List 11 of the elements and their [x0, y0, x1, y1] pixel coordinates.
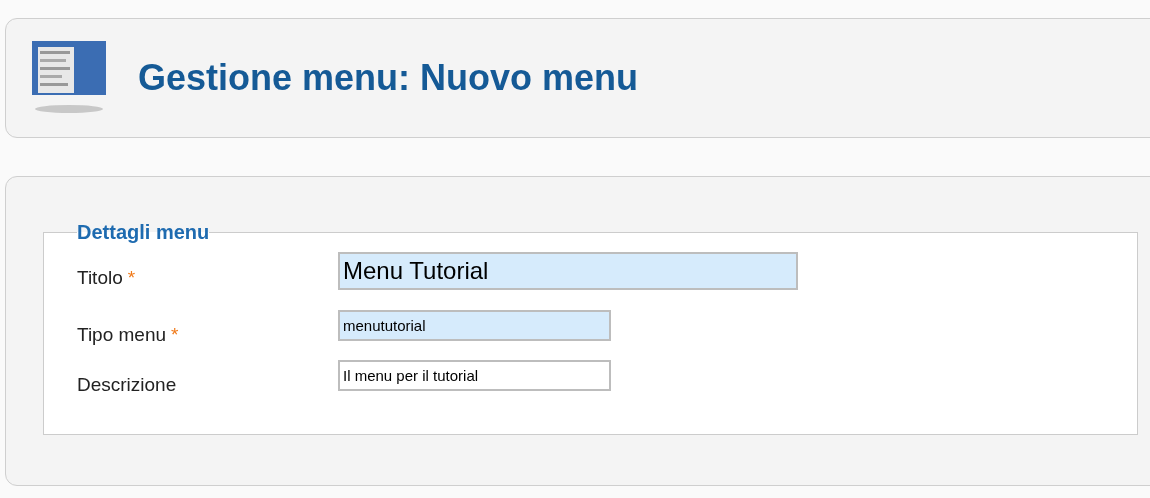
required-marker: *: [171, 322, 179, 347]
field-label: Titolo: [77, 266, 123, 291]
fieldset-legend: Dettagli menu: [77, 217, 210, 247]
required-marker: *: [127, 266, 136, 291]
input-field[interactable]: menututorial: [338, 310, 611, 341]
menu-manager-icon: [32, 41, 108, 115]
page-title: Gestione menu: Nuovo menu: [138, 60, 639, 96]
field-label: Descrizione: [77, 372, 177, 397]
field-label: Tipo menu: [77, 322, 167, 347]
input-field[interactable]: Il menu per il tutorial: [338, 360, 611, 391]
input-field[interactable]: Menu Tutorial: [338, 252, 798, 290]
